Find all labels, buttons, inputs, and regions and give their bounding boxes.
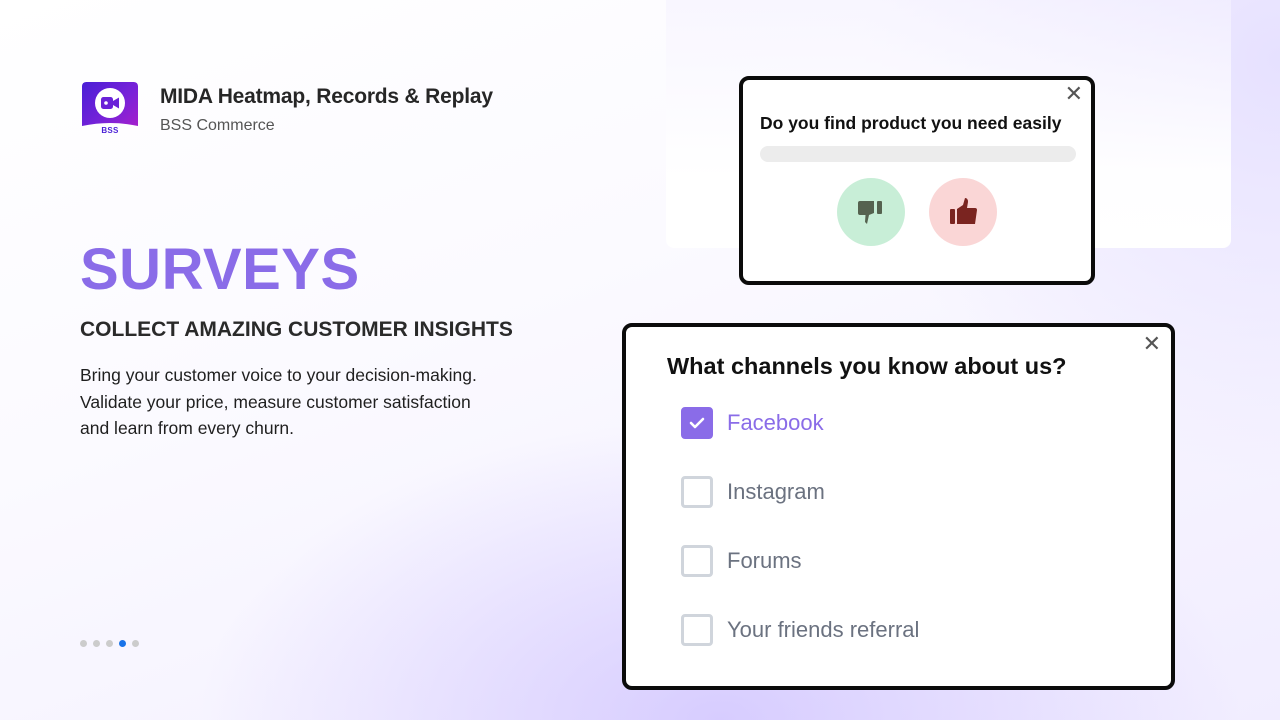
video-camera-icon (95, 88, 125, 118)
app-title: MIDA Heatmap, Records & Replay (160, 85, 493, 108)
thumbs-up-icon (950, 198, 977, 224)
hero-title: SURVEYS (80, 237, 360, 302)
rating-survey-card: ✕ Do you find product you need easily (739, 76, 1095, 285)
pager-dot[interactable] (93, 640, 100, 647)
pager-dot-active[interactable] (119, 640, 126, 647)
app-header: BSS MIDA Heatmap, Records & Replay BSS C… (82, 82, 493, 138)
checkbox[interactable] (681, 545, 713, 577)
checkbox[interactable] (681, 476, 713, 508)
app-vendor: BSS Commerce (160, 117, 275, 134)
thumbs-down-icon (858, 201, 882, 224)
survey-progress-bar (760, 146, 1076, 162)
option-friends-referral[interactable]: Your friends referral (681, 614, 919, 646)
pager-dot[interactable] (106, 640, 113, 647)
hero-description-line: and learn from every churn. (80, 418, 294, 438)
pager-dot[interactable] (80, 640, 87, 647)
thumbs-down-button[interactable] (837, 178, 905, 246)
close-icon[interactable]: ✕ (1065, 84, 1083, 106)
close-icon[interactable]: ✕ (1143, 334, 1161, 356)
option-label: Facebook (727, 410, 824, 435)
survey-question: What channels you know about us? (667, 353, 1067, 379)
hero-description-line: Validate your price, measure customer sa… (80, 391, 471, 412)
survey-question: Do you find product you need easily (760, 113, 1062, 133)
logo-text: BSS (101, 126, 119, 135)
pager-dot[interactable] (132, 640, 139, 647)
checkmark-icon (689, 417, 705, 429)
hero-subtitle: COLLECT AMAZING CUSTOMER INSIGHTS (80, 318, 513, 341)
app-logo: BSS (82, 82, 138, 138)
option-label: Forums (727, 548, 802, 573)
option-label: Instagram (727, 479, 825, 504)
hero-description: Bring your customer voice to your decisi… (80, 362, 540, 442)
option-forums[interactable]: Forums (681, 545, 802, 577)
channels-survey-card: ✕ What channels you know about us? Faceb… (622, 323, 1175, 690)
option-facebook[interactable]: Facebook (681, 407, 824, 439)
carousel-pager (80, 640, 139, 647)
hero-description-line: Bring your customer voice to your decisi… (80, 365, 477, 385)
checkbox[interactable] (681, 614, 713, 646)
option-label: Your friends referral (727, 617, 920, 642)
checkbox-checked[interactable] (681, 407, 713, 439)
option-instagram[interactable]: Instagram (681, 476, 825, 508)
thumbs-up-button[interactable] (929, 178, 997, 246)
